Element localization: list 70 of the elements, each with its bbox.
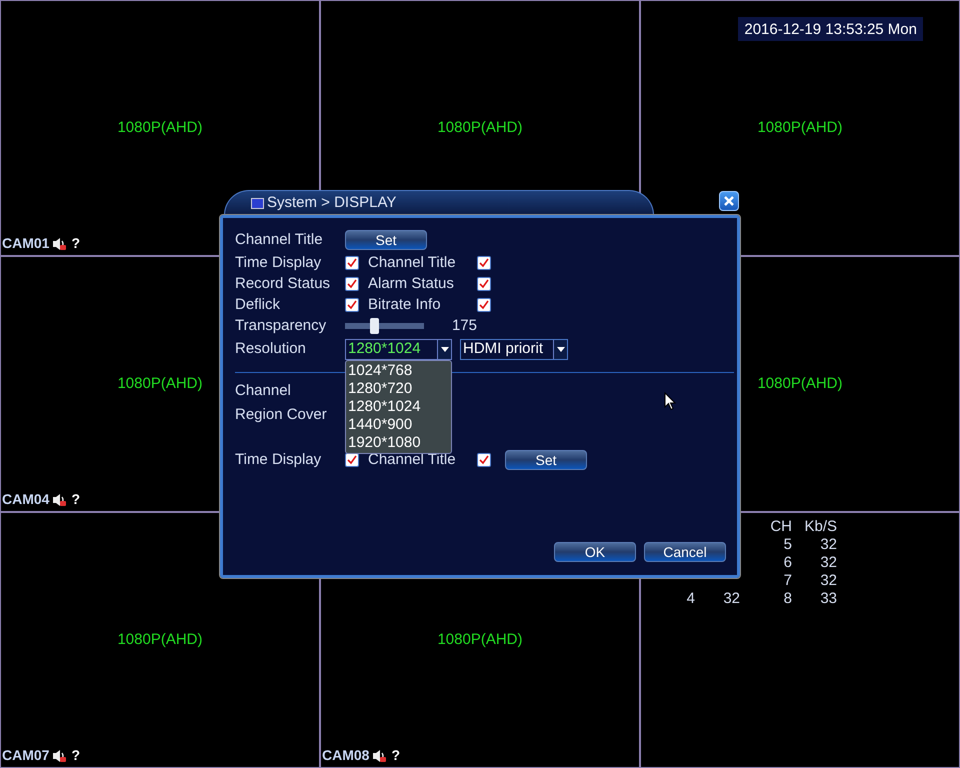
resolution-text: 1080P(AHD) xyxy=(757,374,843,394)
checkbox[interactable] xyxy=(477,277,491,292)
field-label: Region Cover xyxy=(235,404,328,425)
field-label: Channel xyxy=(235,380,292,401)
field-label: Resolution xyxy=(235,339,307,360)
dropdown-option[interactable]: 1280*720 xyxy=(346,380,451,398)
dropdown-option[interactable]: 1440*900 xyxy=(346,416,451,434)
checkbox[interactable] xyxy=(345,298,359,312)
set-button[interactable]: Set xyxy=(345,230,427,250)
field-label: Bitrate Info xyxy=(367,295,442,315)
field-label: Channel Title xyxy=(235,230,324,250)
cancel-button[interactable]: Cancel xyxy=(644,542,726,562)
field-label: Alarm Status xyxy=(367,274,455,294)
dropdown-option[interactable]: 1024*768 xyxy=(346,362,451,380)
set-button[interactable]: Set xyxy=(505,450,587,470)
status-mark: ? xyxy=(71,746,80,765)
camera-label: CAM08 xyxy=(322,746,370,765)
field-label: Time Display xyxy=(235,253,322,273)
resolution-text: 1080P(AHD) xyxy=(117,374,203,394)
resolution-text: 1080P(AHD) xyxy=(117,630,203,650)
close-button[interactable] xyxy=(719,191,739,211)
table-cell-text: 8 xyxy=(782,590,792,608)
resolution-text: 1080P(AHD) xyxy=(437,630,523,650)
speaker-icon xyxy=(372,748,388,762)
table-cell-text: 7 xyxy=(782,572,792,590)
close-icon xyxy=(724,196,734,206)
table-cell-text: 5 xyxy=(782,536,792,554)
field-label: Deflick xyxy=(235,295,282,315)
table-cell-text: 33 xyxy=(819,590,837,608)
table-cell-text: 32 xyxy=(819,554,837,572)
table-cell-text: 32 xyxy=(722,590,740,608)
checkbox[interactable] xyxy=(345,256,359,270)
status-mark: ? xyxy=(71,490,80,509)
dialog-title: System > DISPLAY xyxy=(267,192,396,213)
resolution-text: 1080P(AHD) xyxy=(757,118,843,138)
table-cell-text: 32 xyxy=(819,572,837,590)
resolution-text: 1080P(AHD) xyxy=(117,118,203,138)
mouse-cursor-icon xyxy=(664,392,676,411)
caret-icon xyxy=(553,340,567,359)
checkbox[interactable] xyxy=(477,256,491,270)
speaker-icon xyxy=(52,236,68,250)
speaker-icon xyxy=(52,492,68,506)
resolution-text: 1080P(AHD) xyxy=(437,118,523,138)
table-cell-text: 6 xyxy=(782,554,792,572)
field-label: Transparency xyxy=(235,316,328,336)
checkbox[interactable] xyxy=(345,277,359,292)
checkbox[interactable] xyxy=(477,298,491,312)
checkbox[interactable] xyxy=(345,453,359,467)
ok-button[interactable]: OK xyxy=(554,542,636,562)
camera-label: CAM07 xyxy=(2,746,50,765)
dropdown-option[interactable]: 1920*1080 xyxy=(346,434,451,452)
column-header: Kb/S xyxy=(803,518,837,536)
status-mark: ? xyxy=(391,746,400,765)
status-mark: ? xyxy=(71,234,80,253)
camera-label: CAM01 xyxy=(2,234,50,253)
checkbox[interactable] xyxy=(477,453,491,467)
slider-value: 175 xyxy=(452,316,477,336)
field-label: Record Status xyxy=(235,274,332,294)
field-label: Channel Title xyxy=(367,253,457,273)
slider-thumb[interactable] xyxy=(370,318,380,334)
clock-text: 2016-12-19 13:53:25 Mon xyxy=(738,17,923,41)
table-cell-text: 32 xyxy=(819,536,837,554)
dropdown-option[interactable]: 1280*1024 xyxy=(346,398,451,416)
column-header: CH xyxy=(769,518,792,536)
camera-label: CAM04 xyxy=(2,490,50,509)
table-cell-text: 4 xyxy=(686,590,695,608)
speaker-icon xyxy=(52,748,68,762)
field-label: Time Display xyxy=(235,450,322,470)
output-dropdown[interactable]: HDMI priorit xyxy=(460,339,568,360)
window-icon xyxy=(251,198,264,208)
